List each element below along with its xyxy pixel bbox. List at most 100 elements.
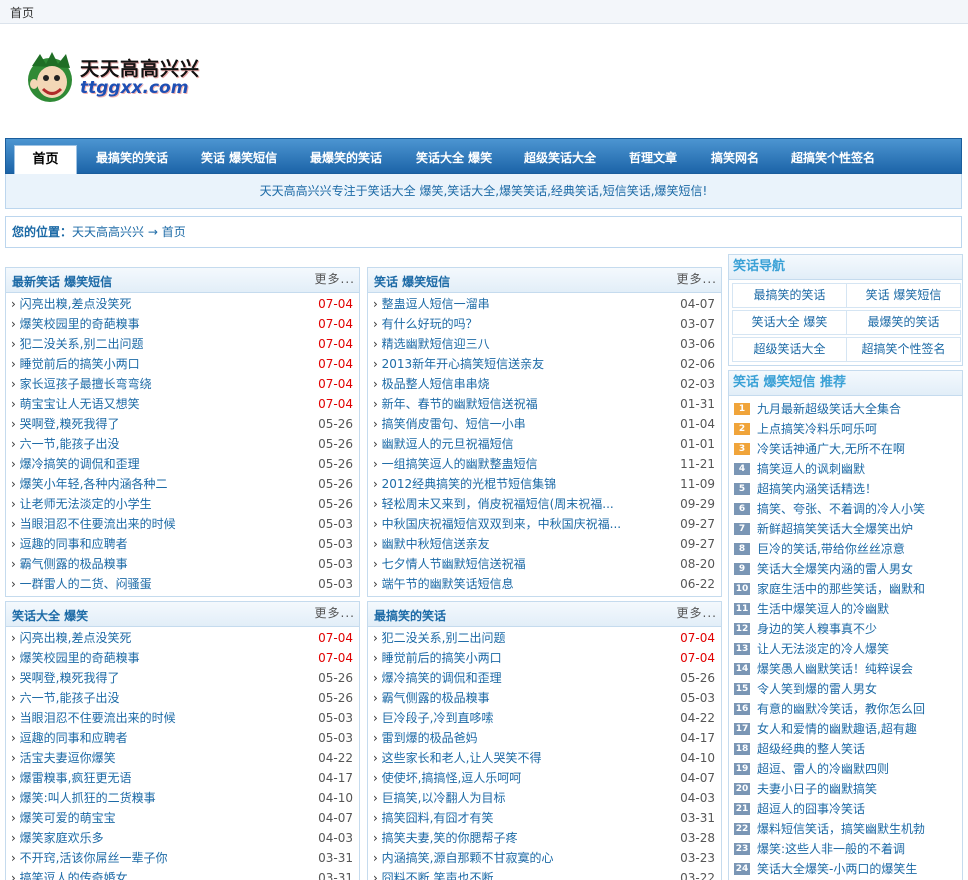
article-link[interactable]: 爆冷搞笑的调侃和歪理 (373, 668, 663, 688)
article-link[interactable]: 当眼泪忍不住要流出来的时候 (11, 514, 301, 534)
nav-item-philosophy[interactable]: 哲理文章 (629, 149, 677, 166)
article-link[interactable]: 爆笑可爱的萌宝宝 (11, 808, 301, 828)
rank-article-link[interactable]: 超搞笑内涵笑话精选！ (757, 479, 957, 499)
rank-article-link[interactable]: 新鲜超搞笑笑话大全爆笑出炉 (757, 519, 957, 539)
side-link-sms[interactable]: 笑话 爆笑短信 (846, 283, 961, 308)
article-link[interactable]: 哭啊登,糗死我得了 (11, 668, 301, 688)
article-link[interactable]: 这些家长和老人,让人哭笑不得 (373, 748, 663, 768)
rank-article-link[interactable]: 九月最新超级笑话大全集合 (757, 399, 957, 419)
article-link[interactable]: 家长逗孩子最擅长弯弯绕 (11, 374, 301, 394)
article-link[interactable]: 使使坏,搞搞怪,逗人乐呵呵 (373, 768, 663, 788)
article-link[interactable]: 2013新年开心搞笑短信送亲友 (373, 354, 663, 374)
nav-item-funniest[interactable]: 最搞笑的笑话 (96, 149, 168, 166)
article-link[interactable]: 整蛊逗人短信一溜串 (373, 294, 663, 314)
rank-article-link[interactable]: 生活中爆笑逗人的冷幽默 (757, 599, 957, 619)
rank-article-link[interactable]: 女人和爱情的幽默趣语,超有趣 (757, 719, 957, 739)
rank-article-link[interactable]: 搞笑、夸张、不着调的冷人小笑 (757, 499, 957, 519)
article-link[interactable]: 霸气侧露的极品糗事 (11, 554, 301, 574)
nav-item-nicknames[interactable]: 搞笑网名 (711, 149, 759, 166)
article-link[interactable]: 六一节,能孩子出没 (11, 688, 301, 708)
article-link[interactable]: 巨搞笑,以冷翻人为目标 (373, 788, 663, 808)
rank-article-link[interactable]: 超逗、雷人的冷幽默四则 (757, 759, 957, 779)
rank-article-link[interactable]: 夫妻小日子的幽默搞笑 (757, 779, 957, 799)
article-link[interactable]: 七夕情人节幽默短信送祝福 (373, 554, 663, 574)
article-link[interactable]: 轻松周末又来到，俏皮祝福短信(周末祝福... (373, 494, 663, 514)
rank-article-link[interactable]: 爆笑:这些人非一般的不着调 (757, 839, 957, 859)
article-link[interactable]: 囧料不断,笑声也不断 (373, 868, 663, 880)
article-link[interactable]: 新年、春节的幽默短信送祝福 (373, 394, 663, 414)
rank-article-link[interactable]: 超逗人的囧事冷笑话 (757, 799, 957, 819)
side-link-funniest[interactable]: 最搞笑的笑话 (732, 283, 847, 308)
nav-item-most-hilarious[interactable]: 最爆笑的笑话 (310, 149, 382, 166)
article-link[interactable]: 爆笑家庭欢乐多 (11, 828, 301, 848)
box-daquan-more-link[interactable]: 更多... (315, 604, 355, 621)
rank-article-link[interactable]: 爆料短信笑话，搞笑幽默生机勃 (757, 819, 957, 839)
rank-article-link[interactable]: 有意的幽默冷笑话，教你怎么回 (757, 699, 957, 719)
article-link[interactable]: 中秋国庆祝福短信双双到来，中秋国庆祝福... (373, 514, 663, 534)
article-link[interactable]: 闪亮出糗,差点没笑死 (11, 628, 301, 648)
article-link[interactable]: 端午节的幽默笑话短信息 (373, 574, 663, 594)
side-link-super[interactable]: 超级笑话大全 (732, 337, 847, 362)
rank-article-link[interactable]: 笑话大全爆笑-小两口的爆笑生 (757, 859, 957, 879)
article-link[interactable]: 逗趣的同事和应聘者 (11, 534, 301, 554)
article-link[interactable]: 活宝夫妻逗你爆笑 (11, 748, 301, 768)
article-link[interactable]: 爆笑校园里的奇葩糗事 (11, 648, 301, 668)
article-link[interactable]: 犯二没关系,别二出问题 (11, 334, 301, 354)
rank-article-link[interactable]: 上点搞笑冷料乐呵乐呵 (757, 419, 957, 439)
article-link[interactable]: 睡觉前后的搞笑小两口 (11, 354, 301, 374)
article-link[interactable]: 搞笑逗人的传奇婚女 (11, 868, 301, 880)
article-link[interactable]: 幽默逗人的元旦祝福短信 (373, 434, 663, 454)
rank-article-link[interactable]: 超级经典的整人笑话 (757, 739, 957, 759)
nav-item-daquan[interactable]: 笑话大全 爆笑 (416, 149, 492, 166)
article-link[interactable]: 精选幽默短信迎三八 (373, 334, 663, 354)
rank-article-link[interactable]: 家庭生活中的那些笑话，幽默和 (757, 579, 957, 599)
site-logo[interactable]: 天天高高兴兴 ttggxx.com (26, 48, 206, 108)
article-link[interactable]: 睡觉前后的搞笑小两口 (373, 648, 663, 668)
nav-item-super[interactable]: 超级笑话大全 (524, 149, 596, 166)
breadcrumb-site-link[interactable]: 天天高高兴兴 (72, 225, 144, 239)
article-link[interactable]: 爆笑校园里的奇葩糗事 (11, 314, 301, 334)
rank-article-link[interactable]: 笑话大全爆笑内涵的雷人男女 (757, 559, 957, 579)
side-link-signatures[interactable]: 超搞笑个性签名 (846, 337, 961, 362)
nav-home-tab[interactable]: 首页 (14, 145, 77, 176)
article-link[interactable]: 雷到爆的极品爸妈 (373, 728, 663, 748)
article-link[interactable]: 萌宝宝让人无语又想笑 (11, 394, 301, 414)
rank-article-link[interactable]: 身边的笑人糗事真不少 (757, 619, 957, 639)
nav-item-sms[interactable]: 笑话 爆笑短信 (201, 149, 277, 166)
article-link[interactable]: 爆笑:叫人抓狂的二货糗事 (11, 788, 301, 808)
article-link[interactable]: 犯二没关系,别二出问题 (373, 628, 663, 648)
article-link[interactable]: 一组搞笑逗人的幽默整蛊短信 (373, 454, 663, 474)
article-link[interactable]: 不开窍,活该你屌丝一辈子你 (11, 848, 301, 868)
rank-article-link[interactable]: 冷笑话神通广大,无所不在啊 (757, 439, 957, 459)
article-link[interactable]: 六一节,能孩子出没 (11, 434, 301, 454)
article-link[interactable]: 搞笑夫妻,笑的你腮帮子疼 (373, 828, 663, 848)
article-link[interactable]: 有什么好玩的吗？ (373, 314, 663, 334)
article-link[interactable]: 巨冷段子,冷到直哆嗦 (373, 708, 663, 728)
article-link[interactable]: 一群雷人的二货、闷骚蛋 (11, 574, 301, 594)
top-home-link[interactable]: 首页 (10, 4, 34, 21)
nav-item-signatures[interactable]: 超搞笑个性签名 (791, 149, 875, 166)
rank-article-link[interactable]: 爆笑愚人幽默笑话！纯粹误会 (757, 659, 957, 679)
box-funniest-more-link[interactable]: 更多... (677, 604, 717, 621)
article-link[interactable]: 爆笑小年轻,各种内涵各种二 (11, 474, 301, 494)
article-link[interactable]: 搞笑俏皮雷句、短信一小串 (373, 414, 663, 434)
article-link[interactable]: 让老师无法淡定的小学生 (11, 494, 301, 514)
rank-article-link[interactable]: 搞笑逗人的讽刺幽默 (757, 459, 957, 479)
rank-article-link[interactable]: 令人笑到爆的雷人男女 (757, 679, 957, 699)
side-link-hilarious[interactable]: 最爆笑的笑话 (846, 310, 961, 335)
article-link[interactable]: 爆雷糗事,疯狂更无语 (11, 768, 301, 788)
article-link[interactable]: 闪亮出糗,差点没笑死 (11, 294, 301, 314)
box-latest-more-link[interactable]: 更多... (315, 270, 355, 287)
article-link[interactable]: 2012经典搞笑的光棍节短信集锦 (373, 474, 663, 494)
article-link[interactable]: 幽默中秋短信送亲友 (373, 534, 663, 554)
article-link[interactable]: 内涵搞笑,源自那颗不甘寂寞的心 (373, 848, 663, 868)
rank-article-link[interactable]: 巨冷的笑话,带给你丝丝凉意 (757, 539, 957, 559)
side-link-daquan[interactable]: 笑话大全 爆笑 (732, 310, 847, 335)
rank-article-link[interactable]: 让人无法淡定的冷人爆笑 (757, 639, 957, 659)
article-link[interactable]: 极品整人短信串串烧 (373, 374, 663, 394)
article-link[interactable]: 逗趣的同事和应聘者 (11, 728, 301, 748)
article-link[interactable]: 搞笑囧料,有囧才有笑 (373, 808, 663, 828)
article-link[interactable]: 霸气侧露的极品糗事 (373, 688, 663, 708)
breadcrumb-page[interactable]: 首页 (162, 225, 186, 239)
article-link[interactable]: 当眼泪忍不住要流出来的时候 (11, 708, 301, 728)
